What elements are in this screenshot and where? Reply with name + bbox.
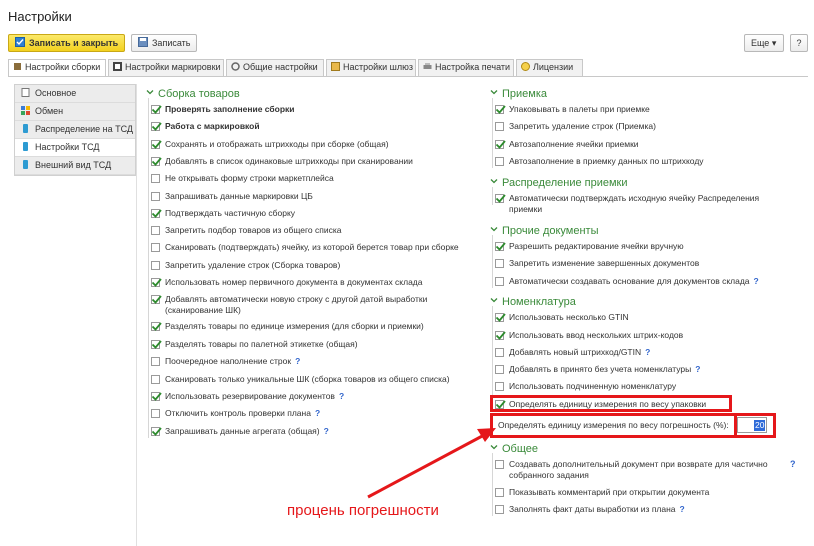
annotation-text: процень погрешности [287,502,439,519]
annotation-arrow [367,428,496,499]
